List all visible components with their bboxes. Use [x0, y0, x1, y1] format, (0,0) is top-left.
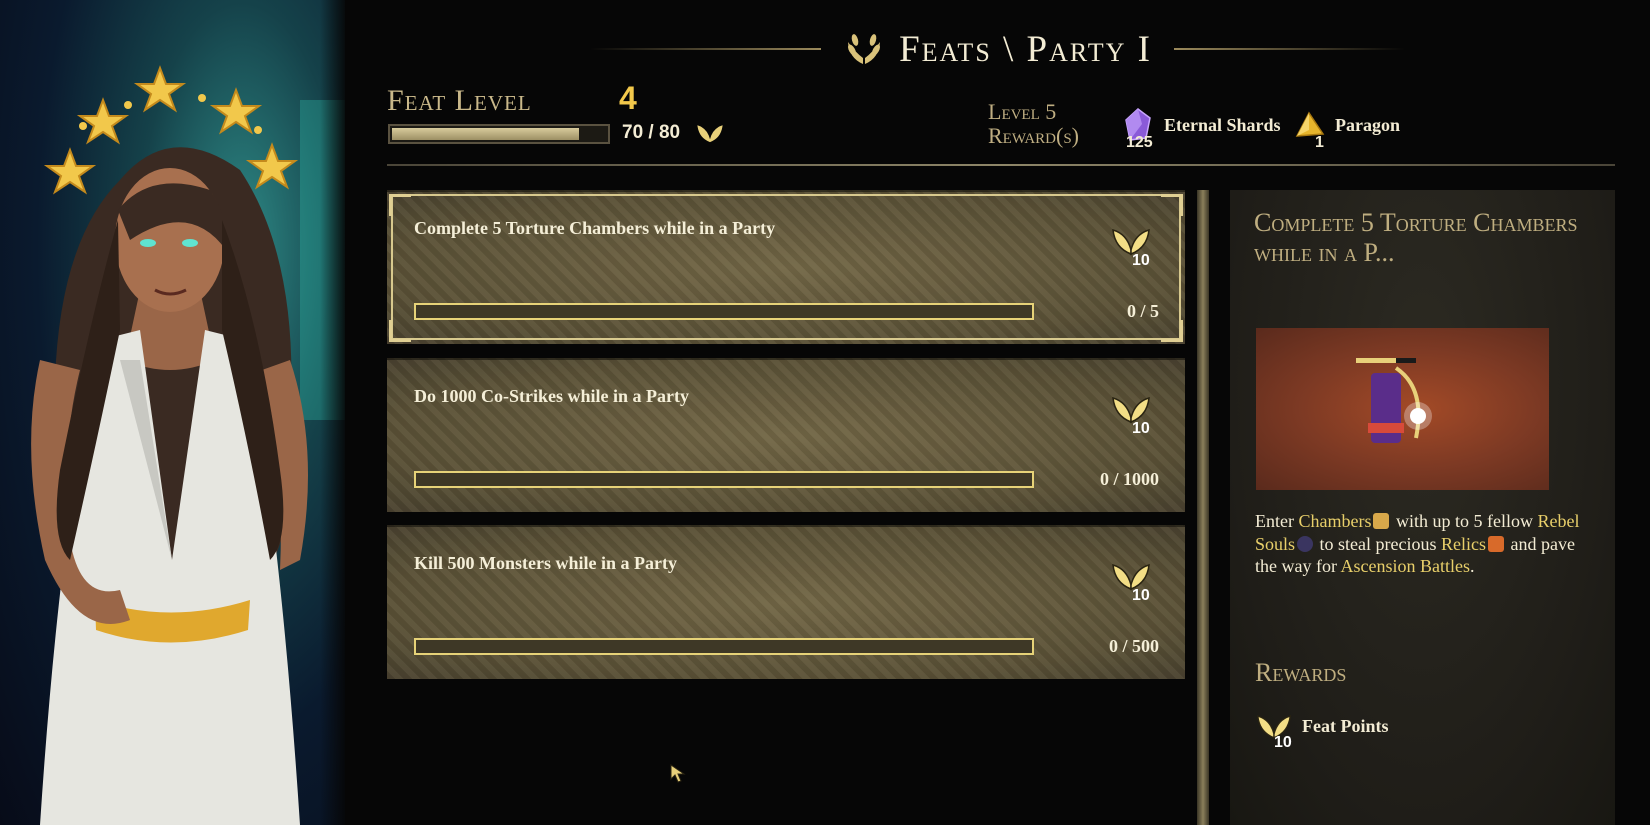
desc-text: to steal precious: [1315, 533, 1441, 554]
feat-progress-text: 0 / 500: [1108, 636, 1159, 656]
ascension-battles-link: Ascension Battles: [1340, 556, 1470, 576]
laurel-icon: [848, 34, 881, 64]
desc-text: Enter: [1255, 511, 1299, 531]
title-divider-right: [1173, 48, 1405, 50]
feat-card[interactable]: Complete 5 Torture Chambers while in a P…: [387, 190, 1185, 344]
detail-title: Complete 5 Torture Chambers while in a P…: [1254, 208, 1578, 267]
feat-level-progress-fill: [392, 128, 580, 140]
portrait-edge-shadow: [320, 0, 360, 825]
card-corner-ornament: [389, 320, 411, 342]
feat-progress-bar: [414, 638, 1034, 655]
feat-detail-panel: Complete 5 Torture Chambers while in a P…: [1230, 190, 1615, 825]
feat-point-icon: [697, 125, 723, 143]
feat-title: Complete 5 Torture Chambers while in a P…: [414, 218, 776, 238]
desc-text: with up to 5 fellow: [1391, 511, 1538, 531]
card-corner-ornament: [1161, 194, 1183, 216]
feat-points-value: 10: [1132, 420, 1150, 437]
feat-level-progress-text: 70 / 80: [622, 122, 681, 143]
reward-name: Feat Points: [1302, 716, 1389, 736]
title-divider-left: [590, 48, 822, 50]
rebel-soul-icon: [1297, 535, 1314, 552]
paragon-count: 1: [1315, 134, 1324, 151]
feat-points-value: 10: [1132, 587, 1150, 604]
relic-icon: [1488, 535, 1504, 552]
feat-points-value: 10: [1132, 252, 1150, 269]
feat-level-label: Feat Level: [387, 84, 532, 117]
character-portrait: [0, 0, 345, 825]
card-corner-ornament: [1161, 320, 1183, 342]
feat-title: Do 1000 Co-Strikes while in a Party: [414, 386, 689, 406]
detail-description: Enter Chambers with up to 5 fellow Rebel…: [1255, 510, 1600, 578]
feat-title: Kill 500 Monsters while in a Party: [414, 553, 677, 573]
feat-progress-text: 0 / 1000: [1099, 469, 1159, 489]
relics-link: Relics: [1441, 533, 1486, 554]
page-title-group: Feats \ Party I: [821, 28, 1174, 71]
feat-card[interactable]: Kill 500 Monsters while in a Party 10 0 …: [387, 525, 1185, 679]
feat-level-value: 4: [619, 80, 637, 116]
feat-progress-text: 0 / 5: [1126, 301, 1159, 321]
chambers-link: Chambers: [1298, 511, 1372, 531]
feat-card[interactable]: Do 1000 Co-Strikes while in a Party 10 0…: [387, 358, 1185, 512]
page-header: Feats \ Party I: [590, 28, 1405, 70]
level-reward-label: Level 5 Reward(s): [988, 99, 1079, 148]
eternal-shard-name: Eternal Shards: [1164, 115, 1281, 135]
feat-level-progress-bar: [388, 124, 610, 144]
panel-divider: [1197, 190, 1209, 825]
rewards-heading: Rewards: [1255, 658, 1347, 687]
paragon-name: Paragon: [1335, 115, 1400, 135]
page-title: Feats \ Party I: [899, 28, 1152, 70]
feat-progress-bar: [414, 471, 1034, 488]
eternal-shard-count: 125: [1126, 134, 1153, 151]
chamber-icon: [1373, 513, 1390, 529]
feat-progress-bar: [414, 303, 1034, 320]
feat-preview-image: [1256, 328, 1549, 490]
card-corner-ornament: [389, 194, 411, 216]
reward-points-value: 10: [1274, 734, 1292, 751]
mouse-cursor-icon: [670, 764, 686, 783]
desc-text: .: [1469, 556, 1475, 576]
header-divider: [387, 164, 1615, 166]
